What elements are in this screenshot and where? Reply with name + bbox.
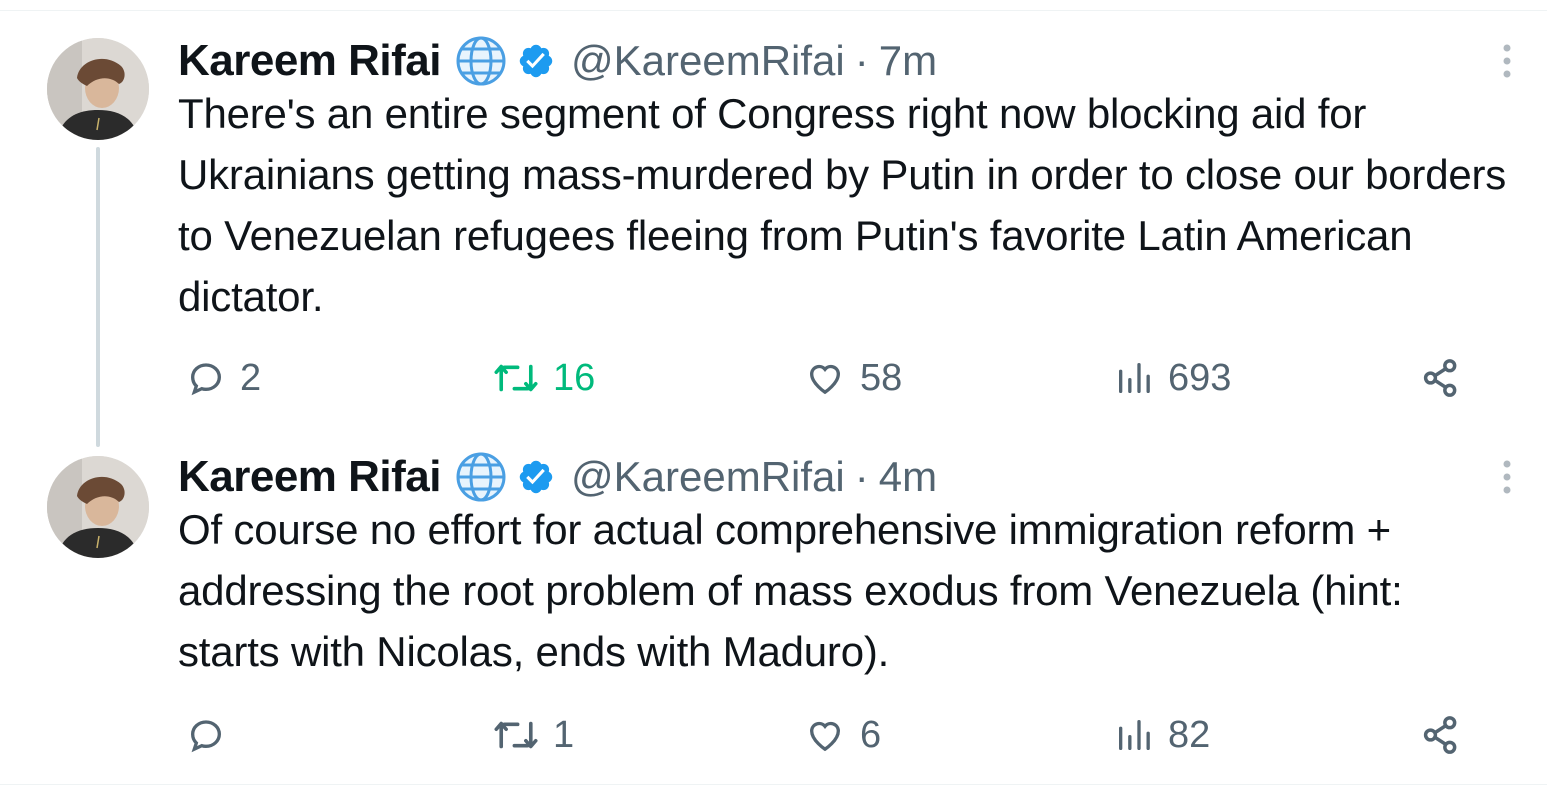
tweet-text: Of course no effort for actual comprehen…: [178, 506, 1403, 675]
share-button[interactable]: [1420, 353, 1462, 403]
like-button[interactable]: 6: [804, 710, 881, 760]
action-bar: 1 6 82: [0, 710, 1547, 760]
avatar[interactable]: [47, 456, 149, 558]
verified-badge-icon: [517, 458, 555, 496]
retweet-icon: [494, 364, 538, 392]
more-options-icon[interactable]: [1497, 42, 1517, 82]
globe-icon: [455, 451, 507, 503]
reply-icon: [190, 363, 222, 396]
bottom-divider: [0, 784, 1547, 785]
reply-count: 2: [240, 356, 262, 399]
verified-badge-icon: [517, 42, 555, 80]
like-button[interactable]: 58: [804, 353, 902, 403]
tweet-header: Kareem Rifai @KareemRifai · 7m: [178, 36, 937, 86]
tweet-header: Kareem Rifai @KareemRifai · 4m: [178, 452, 937, 502]
share-icon: [1423, 716, 1457, 754]
views-button[interactable]: 82: [1114, 710, 1210, 760]
view-count: 82: [1168, 713, 1211, 756]
retweet-icon: [494, 721, 538, 749]
author-handle[interactable]: @KareemRifai: [571, 37, 845, 85]
like-count: 58: [860, 356, 903, 399]
reply-button[interactable]: 2: [186, 353, 261, 403]
author-handle[interactable]: @KareemRifai: [571, 453, 845, 501]
share-button[interactable]: [1420, 710, 1462, 760]
heart-icon: [809, 364, 841, 395]
separator-dot: ·: [854, 453, 869, 500]
retweet-button[interactable]: 16: [493, 353, 595, 403]
avatar[interactable]: [47, 38, 149, 140]
retweet-count: 16: [553, 356, 596, 399]
globe-icon: [455, 35, 507, 87]
views-bar-icon: [1119, 363, 1150, 393]
reply-icon: [190, 720, 222, 753]
tweet-1[interactable]: Kareem Rifai @KareemRifai · 7m There's a…: [0, 0, 1547, 430]
timestamp[interactable]: 7m: [879, 37, 937, 85]
author-name[interactable]: Kareem Rifai: [178, 36, 442, 86]
separator-dot: ·: [854, 37, 869, 84]
more-options-icon[interactable]: [1497, 458, 1517, 498]
action-bar: 2 16 58 693: [0, 353, 1547, 403]
retweet-count: 1: [553, 713, 575, 756]
author-name[interactable]: Kareem Rifai: [178, 452, 442, 502]
retweet-button[interactable]: 1: [493, 710, 574, 760]
timestamp[interactable]: 4m: [879, 453, 937, 501]
reply-button[interactable]: [186, 710, 240, 760]
views-bar-icon: [1119, 720, 1150, 750]
view-count: 693: [1168, 356, 1232, 399]
tweet-text: There's an entire segment of Congress ri…: [178, 90, 1507, 320]
heart-icon: [809, 721, 841, 752]
like-count: 6: [860, 713, 882, 756]
views-button[interactable]: 693: [1114, 353, 1231, 403]
share-icon: [1423, 359, 1457, 397]
tweet-2[interactable]: Kareem Rifai @KareemRifai · 4m Of course…: [0, 430, 1547, 785]
